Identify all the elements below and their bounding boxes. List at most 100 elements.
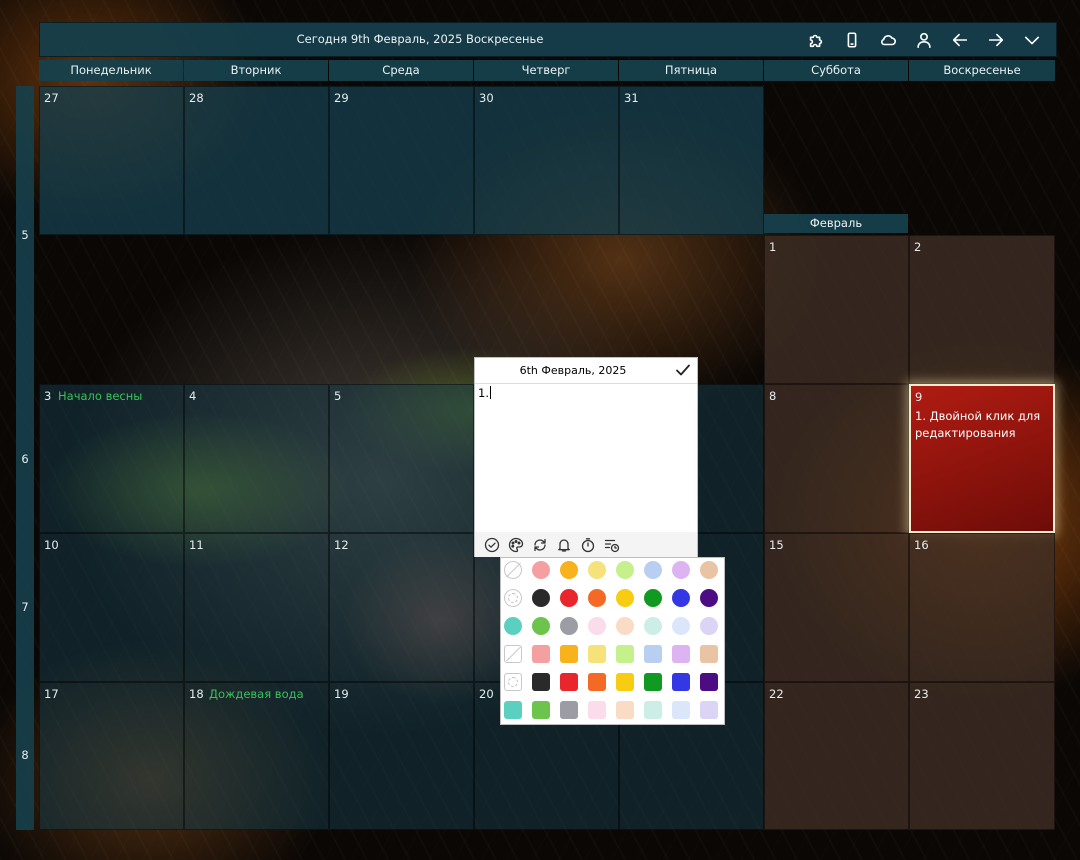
- color-swatch[interactable]: [560, 589, 578, 607]
- color-swatch[interactable]: [700, 701, 718, 719]
- day-cell-jan-30[interactable]: 30: [474, 86, 619, 235]
- list-clock-icon[interactable]: [600, 534, 624, 556]
- day-cell-feb-2[interactable]: 2: [909, 235, 1055, 384]
- user-icon[interactable]: [906, 23, 942, 56]
- day-cell-feb-11[interactable]: 11: [184, 533, 329, 682]
- day-cell-jan-27[interactable]: 27: [39, 86, 184, 235]
- color-swatch[interactable]: [672, 561, 690, 579]
- day-cell-feb-15[interactable]: 15: [764, 533, 909, 682]
- color-swatch[interactable]: [504, 701, 522, 719]
- custom-color-swatch[interactable]: [504, 673, 522, 691]
- day-number: 28: [189, 91, 204, 105]
- day-cell-feb-17[interactable]: 17: [39, 682, 184, 830]
- note-text-area[interactable]: 1.: [478, 386, 491, 400]
- repeat-icon[interactable]: [528, 534, 552, 556]
- day-cell-feb-3[interactable]: 3 Начало весны: [39, 384, 184, 533]
- arrow-right-icon[interactable]: [978, 23, 1014, 56]
- day-cell-feb-1[interactable]: 1: [764, 235, 909, 384]
- color-swatch[interactable]: [532, 617, 550, 635]
- day-cell-jan-29[interactable]: 29: [329, 86, 474, 235]
- day-cell-feb-4[interactable]: 4: [184, 384, 329, 533]
- color-swatch[interactable]: [560, 673, 578, 691]
- color-swatch[interactable]: [532, 673, 550, 691]
- day-cell-feb-22[interactable]: 22: [764, 682, 909, 830]
- color-swatch[interactable]: [672, 617, 690, 635]
- day-header-wednesday: Среда: [329, 60, 473, 81]
- color-swatch[interactable]: [644, 673, 662, 691]
- color-swatch[interactable]: [616, 589, 634, 607]
- day-cell-feb-23[interactable]: 23: [909, 682, 1055, 830]
- color-swatch[interactable]: [560, 561, 578, 579]
- color-swatch[interactable]: [644, 589, 662, 607]
- no-color-swatch[interactable]: [504, 645, 522, 663]
- color-swatch[interactable]: [700, 589, 718, 607]
- phone-icon[interactable]: [834, 23, 870, 56]
- cloud-icon[interactable]: [870, 23, 906, 56]
- day-number: 3: [44, 389, 52, 403]
- color-swatch[interactable]: [588, 617, 606, 635]
- color-swatch[interactable]: [644, 617, 662, 635]
- color-swatch[interactable]: [532, 701, 550, 719]
- note-editor-popup: 6th Февраль, 2025 1.: [474, 357, 698, 557]
- color-swatch[interactable]: [644, 701, 662, 719]
- day-header-monday: Понедельник: [39, 60, 183, 81]
- color-swatch[interactable]: [672, 645, 690, 663]
- day-cell-jan-28[interactable]: 28: [184, 86, 329, 235]
- custom-color-swatch[interactable]: [504, 589, 522, 607]
- day-number: 9: [915, 390, 923, 404]
- puzzle-icon[interactable]: [798, 23, 834, 56]
- color-swatch[interactable]: [588, 701, 606, 719]
- color-swatch[interactable]: [672, 701, 690, 719]
- arrow-left-icon[interactable]: [942, 23, 978, 56]
- editor-toolbar: [475, 532, 697, 557]
- color-swatch[interactable]: [616, 561, 634, 579]
- color-swatch[interactable]: [616, 617, 634, 635]
- timer-icon[interactable]: [576, 534, 600, 556]
- color-swatch[interactable]: [672, 589, 690, 607]
- day-cell-feb-10[interactable]: 10: [39, 533, 184, 682]
- color-swatch[interactable]: [700, 561, 718, 579]
- color-swatch[interactable]: [532, 645, 550, 663]
- day-header-thursday: Четверг: [474, 60, 618, 81]
- color-swatch[interactable]: [700, 645, 718, 663]
- no-color-swatch[interactable]: [504, 561, 522, 579]
- color-swatch[interactable]: [700, 617, 718, 635]
- day-cell-jan-31[interactable]: 31: [619, 86, 764, 235]
- day-cell-feb-18[interactable]: 18 Дождевая вода: [184, 682, 329, 830]
- color-swatch[interactable]: [560, 645, 578, 663]
- color-swatch[interactable]: [532, 589, 550, 607]
- color-swatch[interactable]: [532, 561, 550, 579]
- color-swatch[interactable]: [644, 561, 662, 579]
- color-swatch[interactable]: [588, 561, 606, 579]
- color-swatch[interactable]: [644, 645, 662, 663]
- color-swatch[interactable]: [560, 617, 578, 635]
- color-swatch[interactable]: [588, 673, 606, 691]
- week-number: 8: [21, 748, 29, 762]
- color-swatch[interactable]: [616, 645, 634, 663]
- day-cell-feb-16[interactable]: 16: [909, 533, 1055, 682]
- color-swatch[interactable]: [672, 673, 690, 691]
- color-swatch[interactable]: [504, 617, 522, 635]
- color-swatch[interactable]: [560, 701, 578, 719]
- day-cell-today[interactable]: 9 1. Двойной клик для редактирования: [909, 384, 1055, 533]
- palette-icon[interactable]: [504, 534, 528, 556]
- color-swatch[interactable]: [700, 673, 718, 691]
- day-number: 15: [769, 538, 784, 552]
- chevron-down-icon[interactable]: [1014, 23, 1050, 56]
- day-cell-feb-5[interactable]: 5: [329, 384, 474, 533]
- day-cell-feb-19[interactable]: 19: [329, 682, 474, 830]
- color-swatch[interactable]: [588, 589, 606, 607]
- bell-icon[interactable]: [552, 534, 576, 556]
- day-number: 27: [44, 91, 59, 105]
- day-number: 19: [334, 687, 349, 701]
- event-note[interactable]: 1. Двойной клик для редактирования: [915, 408, 1050, 442]
- confirm-check-icon[interactable]: [675, 362, 691, 378]
- check-circle-icon[interactable]: [480, 534, 504, 556]
- day-number: 5: [334, 389, 342, 403]
- color-swatch[interactable]: [588, 645, 606, 663]
- day-cell-feb-8[interactable]: 8: [764, 384, 909, 533]
- color-swatch[interactable]: [616, 701, 634, 719]
- color-swatch[interactable]: [616, 673, 634, 691]
- day-cell-feb-12[interactable]: 12: [329, 533, 474, 682]
- calendar-header: Сегодня 9th Февраль, 2025 Воскресенье: [39, 22, 1057, 57]
